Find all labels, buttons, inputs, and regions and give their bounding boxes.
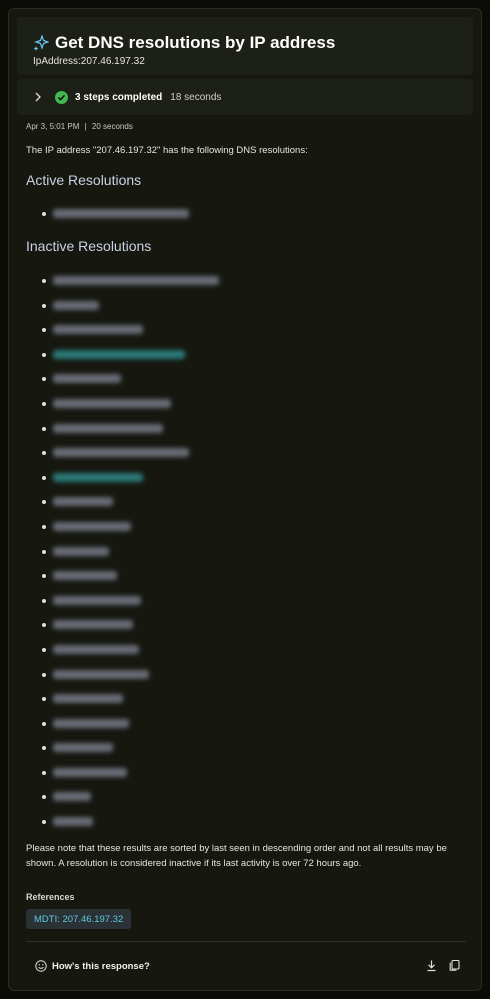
sparkle-icon [33, 35, 49, 51]
redacted-resolution [53, 743, 113, 753]
redacted-resolution [53, 448, 189, 458]
response-elapsed: 20 seconds [91, 122, 133, 131]
redacted-resolution [53, 472, 143, 482]
references-label: References [26, 892, 75, 902]
steps-label: 3 steps completed [75, 91, 163, 103]
header: Get DNS resolutions by IP address IpAddr… [17, 17, 473, 75]
intro-text: The IP address "207.46.197.32" has the f… [26, 145, 308, 156]
redacted-resolution [53, 521, 131, 531]
meta-separator: | [84, 122, 87, 131]
response-meta: Apr 3, 5:01 PM | 20 seconds [26, 122, 133, 131]
redacted-resolution [53, 423, 163, 433]
page-title: Get DNS resolutions by IP address [55, 33, 336, 52]
feedback-button[interactable]: How's this response? [35, 960, 150, 972]
redacted-resolution [53, 209, 189, 218]
redacted-resolution [53, 767, 127, 777]
redacted-resolution [53, 571, 117, 581]
title-row: Get DNS resolutions by IP address [33, 33, 335, 53]
response-card: Get DNS resolutions by IP address IpAddr… [8, 8, 482, 991]
redacted-resolution [53, 497, 113, 507]
redacted-resolution [53, 276, 219, 285]
redacted-resolution [53, 792, 91, 802]
active-resolutions-heading: Active Resolutions [26, 172, 142, 188]
redacted-resolution [53, 620, 133, 630]
smiley-icon [35, 960, 47, 972]
redacted-resolution [53, 300, 99, 310]
response-timestamp: Apr 3, 5:01 PM [26, 122, 80, 131]
redacted-resolution [53, 817, 93, 827]
chevron-right-icon[interactable] [33, 92, 43, 102]
divider [26, 941, 466, 942]
check-circle-icon [55, 90, 68, 104]
redacted-resolution [53, 669, 149, 679]
reference-link-mdti[interactable]: MDTI: 207.46.197.32 [26, 909, 132, 929]
ip-address-subtitle: IpAddress:207.46.197.32 [33, 56, 145, 67]
copy-icon[interactable] [448, 959, 461, 972]
steps-expander[interactable]: 3 steps completed 18 seconds [17, 79, 473, 115]
redacted-resolution [53, 595, 141, 605]
redacted-resolution [53, 374, 121, 384]
results-note: Please note that these results are sorte… [26, 843, 447, 869]
response-actions [425, 959, 461, 972]
redacted-resolution [53, 349, 185, 359]
redacted-resolution [53, 718, 129, 728]
redacted-resolution [53, 546, 109, 556]
redacted-resolution [53, 644, 139, 654]
redacted-resolution [53, 694, 123, 704]
steps-duration: 18 seconds [170, 91, 222, 103]
redacted-resolution [53, 398, 171, 408]
inactive-resolutions-heading: Inactive Resolutions [26, 238, 152, 254]
download-icon[interactable] [425, 959, 438, 972]
redacted-resolution [53, 325, 143, 335]
feedback-label: How's this response? [52, 960, 150, 972]
